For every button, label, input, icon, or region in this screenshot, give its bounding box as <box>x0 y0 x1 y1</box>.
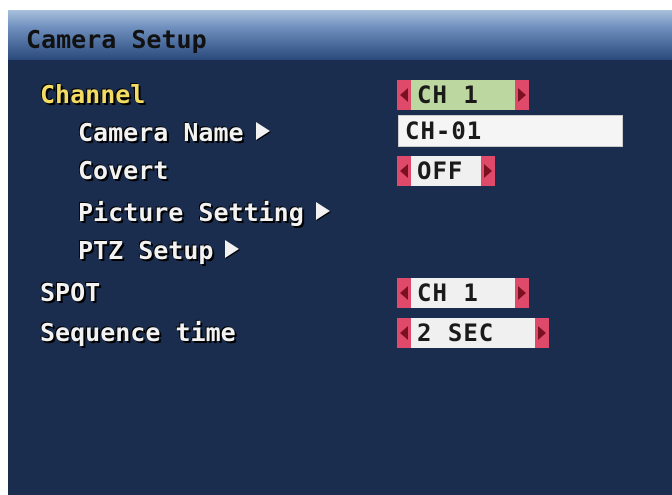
channel-next-button[interactable] <box>515 80 529 110</box>
channel-value: CH 1 <box>411 80 515 110</box>
camera-name-item[interactable]: Camera Name <box>78 118 270 147</box>
arrow-right-icon <box>225 240 240 258</box>
spin-right-icon <box>538 326 546 340</box>
spot-spinner[interactable]: CH 1 <box>397 278 529 308</box>
spin-left-icon <box>400 164 408 178</box>
spin-left-icon <box>400 286 408 300</box>
picture-setting-label: Picture Setting <box>78 198 304 227</box>
camera-name-label: Camera Name <box>78 118 244 147</box>
covert-next-button[interactable] <box>481 156 495 186</box>
picture-setting-item[interactable]: Picture Setting <box>78 198 330 227</box>
spin-left-icon <box>400 326 408 340</box>
sequence-next-button[interactable] <box>535 318 549 348</box>
spot-label[interactable]: SPOT <box>40 278 100 307</box>
spin-right-icon <box>518 88 526 102</box>
channel-label[interactable]: Channel <box>40 80 145 109</box>
ptz-setup-label: PTZ Setup <box>78 236 214 265</box>
spin-left-icon <box>400 88 408 102</box>
ptz-setup-item[interactable]: PTZ Setup <box>78 236 240 265</box>
covert-prev-button[interactable] <box>397 156 411 186</box>
channel-prev-button[interactable] <box>397 80 411 110</box>
spin-right-icon <box>518 286 526 300</box>
arrow-right-icon <box>315 202 330 220</box>
channel-spinner[interactable]: CH 1 <box>397 80 529 110</box>
spot-prev-button[interactable] <box>397 278 411 308</box>
sequence-prev-button[interactable] <box>397 318 411 348</box>
sequence-time-spinner[interactable]: 2 SEC <box>397 318 549 348</box>
camera-setup-screen: Camera Setup Channel CH 1 Camera Name CH… <box>8 10 672 495</box>
sequence-time-label[interactable]: Sequence time <box>40 318 236 347</box>
spot-value: CH 1 <box>411 278 515 308</box>
covert-spinner[interactable]: OFF <box>397 156 495 186</box>
camera-name-field[interactable]: CH-01 <box>398 115 623 147</box>
spin-right-icon <box>484 164 492 178</box>
covert-value: OFF <box>411 156 481 186</box>
arrow-right-icon <box>255 122 270 140</box>
spot-next-button[interactable] <box>515 278 529 308</box>
title-bar: Camera Setup <box>8 10 672 60</box>
window-title: Camera Setup <box>26 25 207 54</box>
sequence-time-value: 2 SEC <box>411 318 535 348</box>
covert-label[interactable]: Covert <box>78 156 168 185</box>
